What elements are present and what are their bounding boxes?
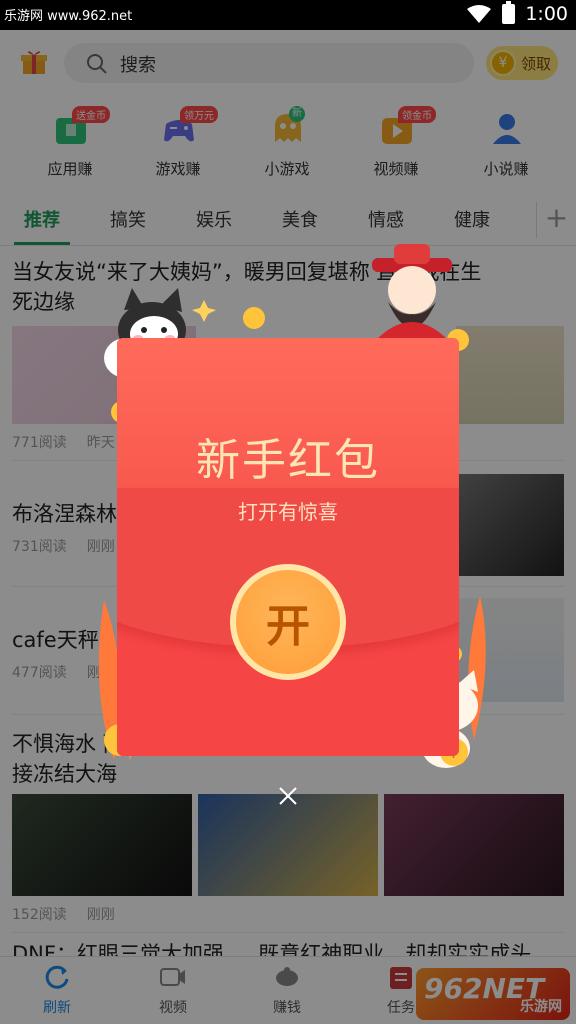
- open-red-packet-button[interactable]: 开: [230, 564, 346, 680]
- red-packet-title: 新手红包: [196, 435, 380, 486]
- red-packet-subtitle: 打开有惊喜: [238, 500, 338, 524]
- site-watermark: 乐游网 www.962.net: [4, 9, 133, 24]
- clock: 1:00: [525, 3, 568, 25]
- app-root: 乐游网 www.962.net 1:00 搜索 ¥ 领取 送金币 应用赚 领万元…: [0, 0, 576, 1024]
- status-icons: 1:00: [466, 1, 568, 25]
- floating-coin-icon: [243, 307, 265, 329]
- wifi-icon: [467, 5, 492, 23]
- battery-icon: [502, 1, 516, 24]
- status-bar: 乐游网 www.962.net 1:00: [0, 0, 576, 30]
- red-packet-card: 新手红包 打开有惊喜 开: [117, 338, 459, 756]
- close-icon[interactable]: [276, 784, 300, 808]
